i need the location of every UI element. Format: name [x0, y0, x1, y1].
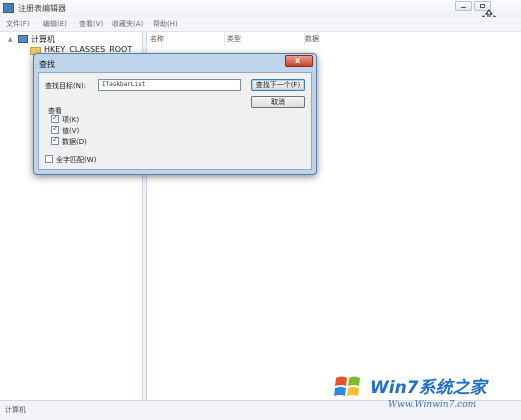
- menu-file[interactable]: 文件(F): [6, 19, 30, 29]
- menu-edit[interactable]: 编辑(E): [43, 19, 67, 29]
- minimize-button[interactable]: [455, 1, 472, 11]
- watermark: Win7系统之家 Www.Winwin7.com: [330, 360, 520, 416]
- regedit-icon: [3, 3, 14, 13]
- column-type[interactable]: 类型: [227, 32, 305, 45]
- menu-help[interactable]: 帮助(H): [153, 19, 178, 29]
- tree-node-computer[interactable]: 计算机: [31, 34, 55, 45]
- find-target-label: 查找目标(N):: [45, 82, 87, 90]
- match-whole-checkbox[interactable]: [45, 155, 53, 163]
- status-path: 计算机: [5, 406, 26, 414]
- data-checkbox[interactable]: [51, 135, 59, 145]
- title-bar[interactable]: 注册表编辑器: [0, 0, 521, 17]
- close-icon: x: [295, 56, 301, 65]
- computer-icon: [18, 35, 28, 43]
- watermark-brand: Win7系统之家: [370, 378, 487, 398]
- menu-bar: 文件(F) 编辑(E) 查看(V) 收藏夹(A) 帮助(H): [0, 17, 521, 32]
- window-title: 注册表编辑器: [18, 4, 66, 13]
- keys-label: 项(K): [62, 116, 80, 124]
- windows-logo-icon: [334, 376, 360, 396]
- data-label: 数据(D): [62, 138, 87, 146]
- match-whole-label: 全字匹配(W): [56, 156, 97, 164]
- column-name[interactable]: 名称: [150, 32, 225, 45]
- tree-expander-icon[interactable]: ▲: [8, 36, 13, 43]
- dialog-title: 查找: [39, 60, 55, 69]
- values-label: 值(V): [62, 127, 80, 135]
- dialog-close-button[interactable]: x: [285, 55, 313, 67]
- menu-view[interactable]: 查看(V): [79, 19, 103, 29]
- find-target-input[interactable]: ITaskbarList: [98, 79, 241, 91]
- values-checkbox[interactable]: [51, 124, 59, 134]
- dialog-body: 查找目标(N): ITaskbarList 查找下一个(F) 取消 查看 项(K…: [38, 72, 312, 170]
- watermark-url: Www.Winwin7.com: [388, 400, 477, 410]
- cancel-button[interactable]: 取消: [251, 96, 305, 108]
- column-data[interactable]: 数据: [305, 32, 425, 45]
- find-next-button[interactable]: 查找下一个(F): [251, 79, 305, 91]
- keys-checkbox[interactable]: [51, 113, 59, 123]
- find-dialog: 查找 x 查找目标(N): ITaskbarList 查找下一个(F) 取消 查…: [33, 53, 317, 175]
- menu-favorites[interactable]: 收藏夹(A): [112, 19, 143, 29]
